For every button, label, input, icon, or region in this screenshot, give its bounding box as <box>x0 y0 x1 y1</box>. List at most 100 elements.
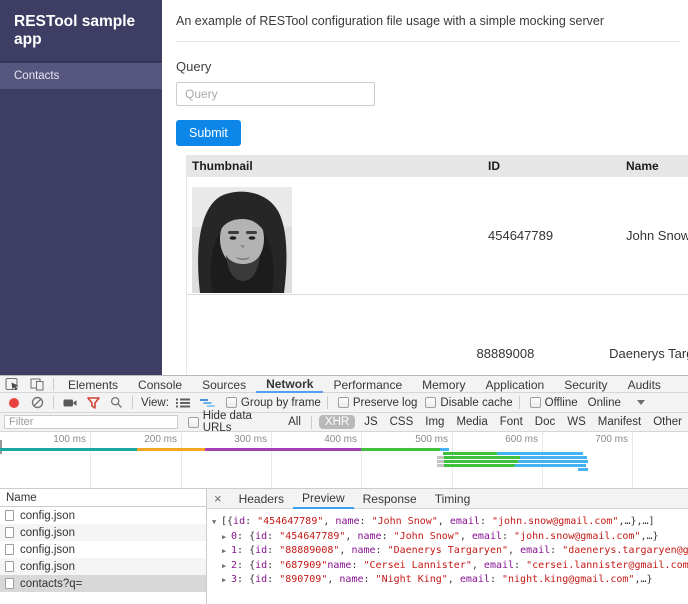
network-toolbar: View: Group by frame Preserve log Disabl… <box>0 393 688 413</box>
inspect-element-icon[interactable] <box>5 377 20 391</box>
table-header-row: Thumbnail ID Name <box>187 155 688 177</box>
screenshot-camera-icon[interactable] <box>63 397 77 409</box>
json-string-value: "Cersei Lannister" <box>363 559 472 571</box>
filter-pill-font[interactable]: Font <box>500 416 523 428</box>
preview-tab-headers[interactable]: Headers <box>230 489 293 509</box>
filter-pill-all[interactable]: All <box>288 416 301 428</box>
preview-tab-response[interactable]: Response <box>354 489 426 509</box>
filter-pill-media[interactable]: Media <box>456 416 487 428</box>
json-key: name <box>357 530 382 542</box>
triangle-collapsed-icon[interactable]: ▶ <box>222 545 231 559</box>
request-row[interactable]: config.json <box>0 507 206 524</box>
query-input[interactable] <box>176 82 375 106</box>
filter-pill-img[interactable]: Img <box>425 416 444 428</box>
filter-pill-doc[interactable]: Doc <box>535 416 555 428</box>
submit-button[interactable]: Submit <box>176 120 241 146</box>
close-icon[interactable]: × <box>207 491 230 506</box>
json-string-value: "John Snow" <box>393 530 460 542</box>
json-punctuation: : <box>267 559 280 571</box>
offline-checkbox[interactable] <box>529 397 541 408</box>
table-row[interactable]: 88889008 Daenerys Targaryen <box>187 295 688 375</box>
record-button[interactable] <box>9 397 19 408</box>
network-overview-timeline[interactable]: 100 ms 200 ms 300 ms 400 ms 500 ms 600 ms 700 … <box>0 432 688 489</box>
filter-pill-js[interactable]: JS <box>364 416 377 428</box>
json-punctuation: , <box>471 559 484 571</box>
tab-application[interactable]: Application <box>475 376 554 393</box>
overview-bar-segment <box>0 448 137 451</box>
filter-pill-css[interactable]: CSS <box>390 416 414 428</box>
json-string-value: "cersei.lannister@gmail.com" <box>526 559 688 571</box>
requests-panel: Name config.json config.json config.json co… <box>0 489 207 604</box>
request-name: contacts?q= <box>20 577 83 590</box>
json-key: email <box>471 530 502 542</box>
filter-pill-ws[interactable]: WS <box>567 416 586 428</box>
sidebar-item-contacts[interactable]: Contacts <box>0 63 162 89</box>
json-string-value: "Daenerys Targaryen" <box>387 545 509 556</box>
json-punctuation: , <box>459 530 472 542</box>
filter-pill-xhr[interactable]: XHR <box>318 415 356 429</box>
request-row[interactable]: config.json <box>0 524 206 541</box>
json-preview-line[interactable]: ▶ 2: {id: "687909"name: "Cersei Lannister… <box>212 559 688 574</box>
list-view-icon[interactable] <box>175 397 190 409</box>
json-preview-line[interactable]: ▶ 0: {id: "454647789", name: "John Snow",… <box>212 530 688 545</box>
network-filter-input[interactable] <box>4 415 178 429</box>
json-punctuation: ,…} <box>634 574 653 585</box>
json-punctuation: : <box>514 559 527 571</box>
filter-pill-manifest[interactable]: Manifest <box>598 416 641 428</box>
request-row[interactable]: contacts?q= <box>0 575 206 592</box>
device-toolbar-icon[interactable] <box>30 378 44 391</box>
json-string-value: "454647789" <box>279 530 346 542</box>
disable-cache-checkbox[interactable] <box>425 397 437 408</box>
tab-memory[interactable]: Memory <box>412 376 475 393</box>
network-filterbar: Hide data URLs All XHR JS CSS Img Media Font Do… <box>0 410 688 434</box>
waterfall-view-icon[interactable] <box>199 397 215 409</box>
search-icon[interactable] <box>110 396 123 409</box>
request-row[interactable]: config.json <box>0 558 206 575</box>
json-punctuation: [{ <box>221 516 234 527</box>
request-waterfall-bar <box>437 460 444 463</box>
requests-column-header[interactable]: Name <box>0 489 206 507</box>
filter-funnel-icon[interactable] <box>87 396 100 409</box>
request-row[interactable]: config.json <box>0 541 206 558</box>
json-punctuation: , <box>327 574 340 585</box>
json-preview-line[interactable]: ▶ 1: {id: "88889008", name: "Daenerys Tar… <box>212 544 688 559</box>
json-punctuation: : { <box>237 559 256 571</box>
triangle-collapsed-icon[interactable]: ▶ <box>222 560 231 574</box>
preserve-log-checkbox[interactable] <box>337 397 349 408</box>
tab-performance[interactable]: Performance <box>323 376 412 393</box>
chevron-down-icon[interactable] <box>636 400 645 405</box>
request-name: config.json <box>20 543 75 556</box>
clear-icon[interactable] <box>31 396 44 409</box>
tab-network[interactable]: Network <box>256 376 324 393</box>
throttling-select[interactable]: Online <box>588 397 621 409</box>
json-string-value: "687909" <box>279 559 328 571</box>
id-cell: 88889008 <box>476 346 535 361</box>
hide-data-urls-checkbox[interactable] <box>187 416 199 428</box>
json-punctuation: ,…},…] <box>618 516 655 527</box>
request-waterfall-bar <box>518 460 588 463</box>
sidebar: RESTool sample app Contacts <box>0 0 162 375</box>
name-cell: Daenerys Targaryen <box>609 346 688 361</box>
json-preview-line[interactable]: ▼ [{id: "454647789", name: "John Snow", e… <box>212 515 688 530</box>
group-by-frame-checkbox[interactable] <box>225 397 237 408</box>
tab-sources[interactable]: Sources <box>192 376 256 393</box>
json-punctuation: : { <box>237 574 256 585</box>
tab-elements[interactable]: Elements <box>58 376 128 393</box>
tab-console[interactable]: Console <box>128 376 192 393</box>
filter-pill-other[interactable]: Other <box>653 416 682 428</box>
tab-audits[interactable]: Audits <box>618 376 671 393</box>
triangle-collapsed-icon[interactable]: ▶ <box>222 574 231 588</box>
json-preview-line[interactable]: ▶ 3: {id: "890709", name: "Night King", e… <box>212 573 688 588</box>
preview-tab-timing[interactable]: Timing <box>426 489 480 509</box>
request-waterfall-bar <box>515 464 586 467</box>
json-string-value: "daenerys.targaryen@gmail.com" <box>562 545 688 556</box>
table-row[interactable]: 454647789 John Snow <box>187 177 688 295</box>
triangle-expanded-icon[interactable]: ▼ <box>212 516 221 530</box>
triangle-collapsed-icon[interactable]: ▶ <box>222 531 231 545</box>
preview-tab-preview[interactable]: Preview <box>292 489 354 509</box>
json-punctuation: : <box>267 574 280 585</box>
json-key: id <box>255 574 268 585</box>
preview-tabbar: × Headers Preview Response Timing <box>207 489 688 509</box>
tab-security[interactable]: Security <box>554 376 617 393</box>
view-label: View: <box>141 396 169 409</box>
